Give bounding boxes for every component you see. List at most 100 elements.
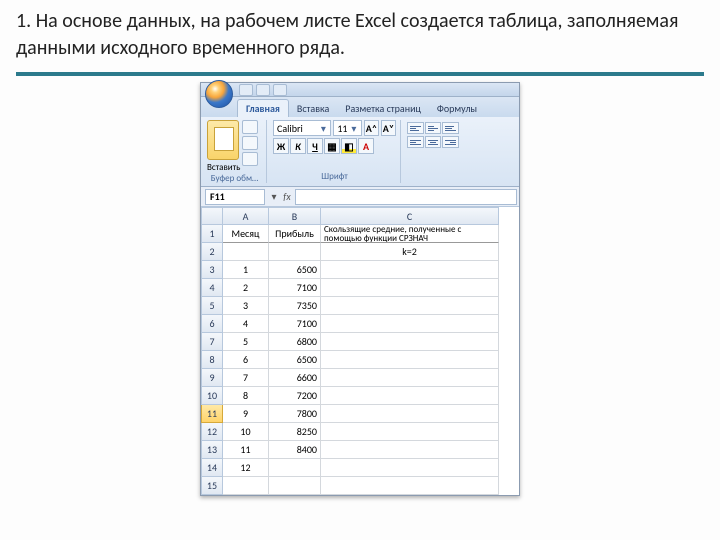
row-header[interactable]: 5 bbox=[201, 297, 223, 315]
cell[interactable]: 3 bbox=[223, 297, 269, 315]
cell[interactable]: 1 bbox=[223, 261, 269, 279]
cell[interactable]: Прибыль bbox=[269, 225, 321, 243]
copy-icon[interactable] bbox=[242, 136, 258, 150]
cell[interactable]: 6500 bbox=[269, 261, 321, 279]
name-box-dropdown-icon[interactable]: ▾ bbox=[269, 190, 279, 203]
cell[interactable] bbox=[269, 243, 321, 261]
align-center-icon[interactable] bbox=[425, 136, 442, 148]
col-header-b[interactable]: B bbox=[269, 207, 321, 225]
paste-icon[interactable] bbox=[207, 120, 239, 160]
cell[interactable]: 6 bbox=[223, 351, 269, 369]
tab-page-layout[interactable]: Разметка страниц bbox=[337, 100, 429, 117]
bold-button[interactable]: Ж bbox=[273, 138, 289, 154]
tab-formulas[interactable]: Формулы bbox=[429, 100, 485, 117]
cell[interactable]: 4 bbox=[223, 315, 269, 333]
font-size-combo[interactable]: 11▾ bbox=[333, 120, 362, 136]
save-icon[interactable] bbox=[239, 84, 253, 96]
redo-icon[interactable] bbox=[273, 84, 287, 96]
tab-home[interactable]: Главная bbox=[237, 99, 289, 117]
cell[interactable]: 9 bbox=[223, 405, 269, 423]
table-row: 118400 bbox=[223, 441, 519, 459]
align-bottom-icon[interactable] bbox=[442, 122, 459, 134]
align-top-icon[interactable] bbox=[407, 122, 424, 134]
col-header-c[interactable]: C bbox=[321, 207, 499, 225]
cell[interactable] bbox=[321, 261, 499, 279]
cell[interactable]: 7200 bbox=[269, 387, 321, 405]
font-color-icon[interactable]: A bbox=[358, 138, 374, 154]
row-header[interactable]: 9 bbox=[201, 369, 223, 387]
row-header[interactable]: 3 bbox=[201, 261, 223, 279]
italic-button[interactable]: К bbox=[290, 138, 306, 154]
align-middle-icon[interactable] bbox=[425, 122, 442, 134]
row-header[interactable]: 15 bbox=[201, 477, 223, 495]
cell[interactable] bbox=[321, 279, 499, 297]
row-header[interactable]: 1 bbox=[201, 225, 223, 243]
cell[interactable] bbox=[321, 315, 499, 333]
cell[interactable]: 7350 bbox=[269, 297, 321, 315]
row-header[interactable]: 8 bbox=[201, 351, 223, 369]
cell[interactable] bbox=[321, 459, 499, 477]
border-icon[interactable]: ▦ bbox=[324, 138, 340, 154]
cell[interactable] bbox=[321, 351, 499, 369]
name-box[interactable]: F11 bbox=[205, 189, 265, 205]
align-left-icon[interactable] bbox=[407, 136, 424, 148]
cell[interactable] bbox=[321, 441, 499, 459]
cell[interactable]: Месяц bbox=[223, 225, 269, 243]
tab-insert[interactable]: Вставка bbox=[289, 100, 337, 117]
excel-window: Главная Вставка Разметка страниц Формулы… bbox=[200, 82, 520, 496]
underline-button[interactable]: Ч bbox=[307, 138, 323, 154]
cell[interactable]: 8400 bbox=[269, 441, 321, 459]
cell[interactable] bbox=[223, 243, 269, 261]
cell[interactable]: Скользящие средние, полученные с помощью… bbox=[321, 225, 499, 243]
paste-label: Вставить bbox=[207, 162, 240, 173]
cell[interactable]: 8250 bbox=[269, 423, 321, 441]
grow-font-icon[interactable]: A˄ bbox=[364, 120, 379, 136]
row-header[interactable]: 6 bbox=[201, 315, 223, 333]
col-header-a[interactable]: A bbox=[223, 207, 269, 225]
format-painter-icon[interactable] bbox=[242, 152, 258, 166]
cell[interactable]: 6600 bbox=[269, 369, 321, 387]
cell[interactable] bbox=[321, 387, 499, 405]
undo-icon[interactable] bbox=[256, 84, 270, 96]
cell[interactable]: 8 bbox=[223, 387, 269, 405]
row-header[interactable]: 2 bbox=[201, 243, 223, 261]
shrink-font-icon[interactable]: A˅ bbox=[381, 120, 396, 136]
cell[interactable]: 7100 bbox=[269, 315, 321, 333]
cut-icon[interactable] bbox=[242, 120, 258, 134]
cell[interactable] bbox=[321, 423, 499, 441]
formula-input[interactable] bbox=[295, 189, 517, 205]
cell[interactable]: 5 bbox=[223, 333, 269, 351]
row-header[interactable]: 12 bbox=[201, 423, 223, 441]
fx-icon[interactable]: fx bbox=[279, 190, 295, 203]
cell[interactable]: k=2 bbox=[321, 243, 499, 261]
cell[interactable]: 11 bbox=[223, 441, 269, 459]
row-header[interactable]: 10 bbox=[201, 387, 223, 405]
row-header[interactable]: 11 bbox=[201, 405, 223, 423]
cell[interactable] bbox=[321, 333, 499, 351]
font-name-combo[interactable]: Calibri▾ bbox=[273, 120, 331, 136]
cell[interactable] bbox=[223, 477, 269, 495]
table-row: 76600 bbox=[223, 369, 519, 387]
row-header[interactable]: 14 bbox=[201, 459, 223, 477]
cell[interactable] bbox=[269, 459, 321, 477]
cell[interactable]: 12 bbox=[223, 459, 269, 477]
cell[interactable]: 2 bbox=[223, 279, 269, 297]
office-orb[interactable] bbox=[205, 80, 233, 108]
cell[interactable] bbox=[321, 369, 499, 387]
row-header[interactable]: 7 bbox=[201, 333, 223, 351]
row-header[interactable]: 13 bbox=[201, 441, 223, 459]
cell[interactable]: 10 bbox=[223, 423, 269, 441]
row-header[interactable]: 4 bbox=[201, 279, 223, 297]
fill-color-icon[interactable]: ◧ bbox=[341, 138, 357, 154]
cell[interactable]: 6500 bbox=[269, 351, 321, 369]
cell[interactable]: 7 bbox=[223, 369, 269, 387]
cell[interactable] bbox=[321, 405, 499, 423]
cell[interactable] bbox=[269, 477, 321, 495]
align-right-icon[interactable] bbox=[442, 136, 459, 148]
cell[interactable]: 6800 bbox=[269, 333, 321, 351]
cell[interactable]: 7800 bbox=[269, 405, 321, 423]
select-all-corner[interactable] bbox=[201, 207, 223, 225]
cell[interactable] bbox=[321, 297, 499, 315]
cell[interactable]: 7100 bbox=[269, 279, 321, 297]
cell[interactable] bbox=[321, 477, 499, 495]
